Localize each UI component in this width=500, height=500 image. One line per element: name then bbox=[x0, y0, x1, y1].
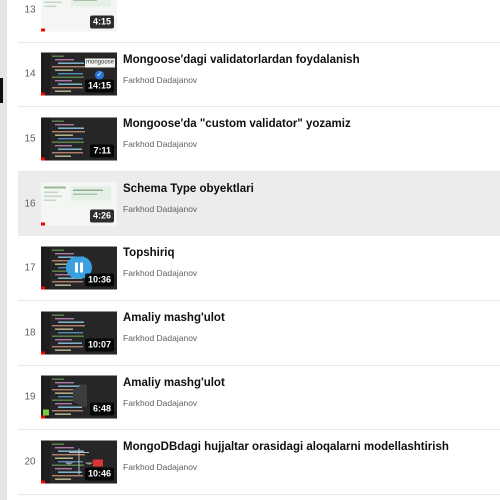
channel-name[interactable]: Farkhod Dadajanov bbox=[123, 204, 197, 214]
channel-name[interactable]: Farkhod Dadajanov bbox=[123, 398, 197, 408]
duration-badge: 10:36 bbox=[84, 273, 114, 287]
duration-badge: 10:46 bbox=[84, 467, 114, 481]
channel-name[interactable]: Farkhod Dadajanov bbox=[123, 139, 197, 149]
video-thumbnail[interactable]: 4:26 bbox=[41, 182, 117, 226]
duration-badge: 7:11 bbox=[90, 144, 114, 158]
item-index: 16 bbox=[24, 198, 36, 210]
item-index: 15 bbox=[24, 133, 36, 145]
video-title[interactable]: Topshiriq bbox=[123, 247, 494, 259]
video-thumbnail[interactable]: 4:15 bbox=[41, 0, 117, 32]
channel-name[interactable]: Farkhod Dadajanov bbox=[123, 75, 197, 85]
duration-badge: 4:15 bbox=[89, 15, 114, 29]
video-title[interactable]: Amaliy mashg'ulot bbox=[123, 312, 494, 324]
duration-badge: 6:48 bbox=[89, 402, 114, 416]
watch-progress-bar bbox=[41, 480, 45, 484]
duration-badge: 10:07 bbox=[84, 338, 114, 352]
watch-progress-bar bbox=[41, 28, 45, 32]
playlist-item[interactable]: 19 6:48 Amaliy mashg'ulot Farkhod Dadajanov bbox=[18, 366, 500, 431]
video-thumbnail[interactable]: 10:36 bbox=[41, 246, 117, 290]
watch-progress-bar bbox=[41, 222, 45, 226]
video-title[interactable]: Mongoose'dagi validatorlardan foydalanis… bbox=[123, 54, 494, 66]
playlist: 13 4:15 Farkhod Dadajanov 14 mongoose ✓14:15 M… bbox=[18, 0, 500, 495]
item-index: 17 bbox=[24, 262, 36, 274]
playlist-item[interactable]: 134:15Farkhod Dadajanov bbox=[18, 0, 500, 43]
duration-badge: 4:26 bbox=[89, 209, 114, 223]
channel-name[interactable]: Farkhod Dadajanov bbox=[123, 268, 197, 278]
item-index: 20 bbox=[24, 456, 36, 468]
item-index: 18 bbox=[24, 327, 36, 339]
check-icon: ✓ bbox=[95, 70, 104, 80]
item-index: 13 bbox=[24, 4, 36, 16]
video-thumbnail[interactable]: 10:07 bbox=[41, 311, 117, 355]
playlist-item[interactable]: 14 mongoose ✓ 14:15 Mongoose'dagi validatorl… bbox=[18, 43, 500, 108]
playlist-item[interactable]: 20 10:46 MongoDBdagi hujjaltar orasidagi a… bbox=[18, 430, 500, 495]
video-title[interactable]: MongoDBdagi hujjaltar orasidagi aloqalar… bbox=[123, 441, 494, 453]
video-thumbnail[interactable]: 7:11 bbox=[41, 117, 117, 161]
watch-progress-bar bbox=[41, 157, 45, 161]
watch-progress-bar bbox=[41, 415, 45, 419]
video-thumbnail[interactable]: 10:46 bbox=[41, 440, 117, 484]
channel-name[interactable]: Farkhod Dadajanov bbox=[123, 462, 197, 472]
video-thumbnail[interactable]: 6:48 bbox=[41, 375, 117, 419]
video-title[interactable]: Mongoose'da "custom validator" yozamiz bbox=[123, 118, 494, 130]
playlist-item[interactable]: 17 10:36 Topshiriq Farkhod Dadajanov bbox=[18, 236, 500, 301]
playlist-item[interactable]: 18 10:07 Amaliy mashg'ulot Farkhod Dadajano… bbox=[18, 301, 500, 366]
playlist-item[interactable]: 16 4:26 Schema Type obyektlari Farkhod Dada… bbox=[18, 171, 500, 237]
watch-progress-bar bbox=[41, 286, 45, 290]
mongoose-logo: mongoose bbox=[85, 58, 115, 68]
channel-name[interactable]: Farkhod Dadajanov bbox=[123, 333, 197, 343]
watch-progress-bar bbox=[41, 351, 45, 355]
video-thumbnail[interactable]: mongoose ✓ 14:15 bbox=[41, 52, 117, 96]
duration-badge: 14:15 bbox=[84, 79, 114, 93]
watch-progress-bar bbox=[41, 92, 45, 96]
item-index: 14 bbox=[24, 68, 36, 80]
video-title[interactable]: Amaliy mashg'ulot bbox=[123, 377, 494, 389]
video-title[interactable]: Schema Type obyektlari bbox=[123, 183, 494, 195]
playlist-item[interactable]: 15 7:11 Mongoose'da "custom validator" yoz… bbox=[18, 107, 500, 172]
item-index: 19 bbox=[24, 391, 36, 403]
left-rail bbox=[0, 0, 7, 500]
active-indicator bbox=[0, 78, 3, 103]
